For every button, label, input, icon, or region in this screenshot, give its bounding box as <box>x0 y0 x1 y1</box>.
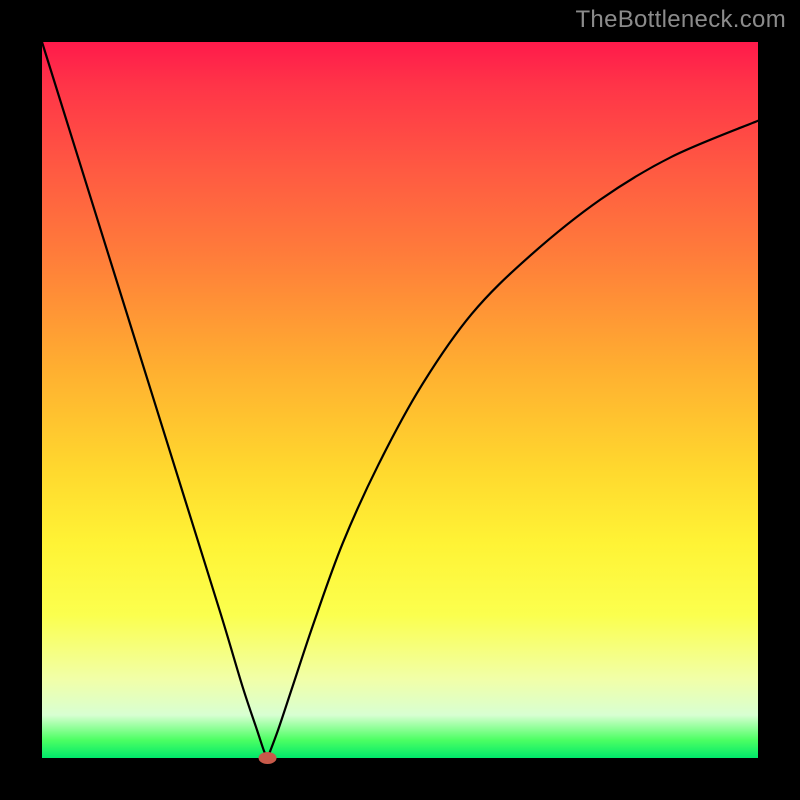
curve-left-branch <box>42 42 268 758</box>
chart-plot-area <box>42 42 758 758</box>
chart-svg <box>42 42 758 758</box>
watermark-text: TheBottleneck.com <box>575 6 786 34</box>
outer-frame: TheBottleneck.com <box>0 0 800 800</box>
curve-right-branch <box>268 121 758 758</box>
vertex-marker <box>259 752 277 764</box>
